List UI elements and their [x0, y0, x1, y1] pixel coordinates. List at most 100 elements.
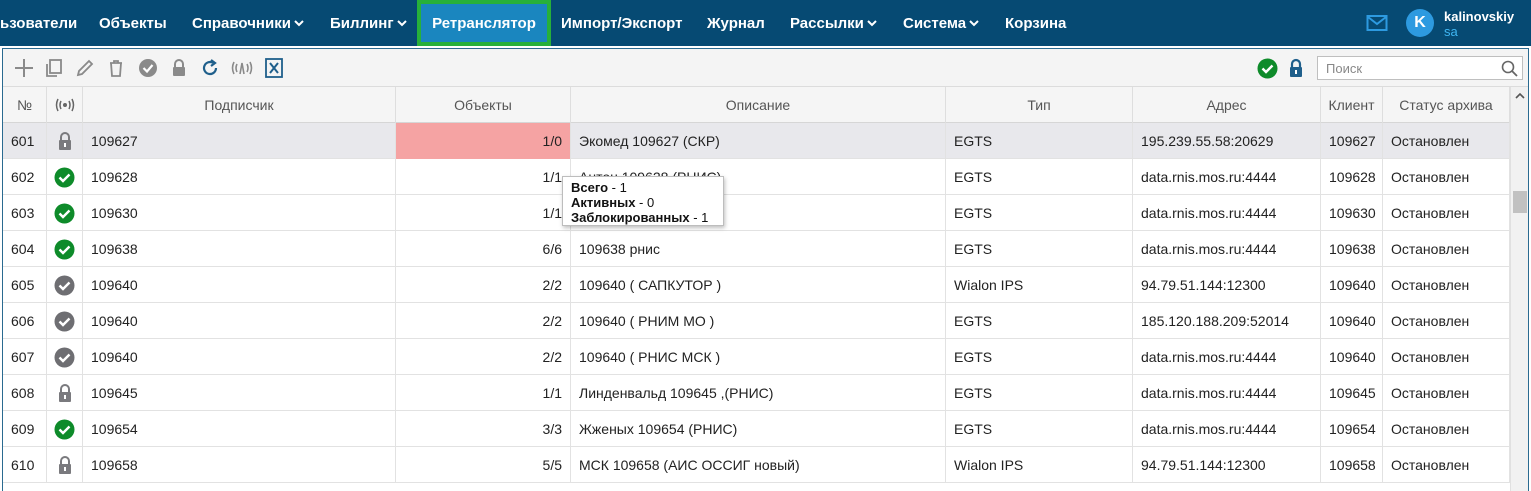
excel-icon[interactable]	[263, 57, 285, 79]
objects-tooltip: Всего - 1 Активных - 0 Заблокированных -…	[562, 176, 724, 226]
broadcast-icon	[55, 98, 74, 112]
cell-status	[47, 195, 83, 231]
nav-item-references[interactable]: Справочники	[192, 0, 305, 46]
search-icon[interactable]	[1501, 60, 1518, 77]
lock-icon	[56, 383, 74, 403]
lock-icon[interactable]	[168, 57, 190, 79]
refresh-icon[interactable]	[199, 57, 221, 79]
column-header-archive-status[interactable]: Статус архива	[1383, 87, 1510, 123]
nav-label: Корзина	[1005, 14, 1067, 32]
cell-number: 607	[3, 339, 47, 375]
column-header-address[interactable]: Адрес	[1133, 87, 1321, 123]
nav-item-billing[interactable]: Биллинг	[330, 0, 408, 46]
cell-status	[47, 267, 83, 303]
cell-subscriber: 109640	[83, 303, 396, 339]
nav-item-retranslator[interactable]: Ретранслятор	[417, 0, 551, 46]
table-row[interactable]: 604 109638 6/6 109638 рнис EGTS data.rnis.mos…	[3, 231, 1510, 267]
status-stopped-icon	[54, 347, 75, 368]
cell-type: EGTS	[946, 339, 1133, 375]
cell-objects: 2/2	[396, 339, 571, 375]
cell-subscriber: 109640	[83, 267, 396, 303]
cell-description: 109640 ( РНИМ МО )	[571, 303, 946, 339]
cell-objects: 1/0	[396, 123, 571, 159]
cell-status	[47, 447, 83, 483]
scrollbar-thumb[interactable]	[1513, 191, 1527, 213]
cell-type: Wialon IPS	[946, 267, 1133, 303]
user-name[interactable]: kalinovskiy	[1444, 9, 1514, 24]
table-row[interactable]: 6021096281/1Антон 109628 (РНИС)EGTSdata.…	[3, 159, 1510, 195]
column-header-number[interactable]: №	[3, 87, 47, 123]
cell-objects: 5/5	[396, 447, 571, 483]
status-active-icon	[54, 167, 75, 188]
chevron-down-icon	[867, 20, 877, 27]
check-icon[interactable]	[137, 57, 159, 79]
cell-number: 603	[3, 195, 47, 231]
cell-number: 605	[3, 267, 47, 303]
nav-item-mailings[interactable]: Рассылки	[790, 0, 878, 46]
mail-icon[interactable]	[1366, 13, 1388, 33]
nav-item-system[interactable]: Система	[903, 0, 980, 46]
cell-archive-status: Остановлен	[1383, 267, 1510, 303]
add-icon[interactable]	[13, 57, 35, 79]
signal-icon[interactable]	[231, 57, 253, 79]
cell-objects: 2/2	[396, 267, 571, 303]
nav-item-objects[interactable]: Объекты	[99, 0, 167, 46]
cell-address: data.rnis.mos.ru:4444	[1133, 195, 1321, 231]
column-header-type[interactable]: Тип	[946, 87, 1133, 123]
cell-client: 109640	[1321, 303, 1383, 339]
copy-icon[interactable]	[43, 57, 65, 79]
cell-subscriber: 109630	[83, 195, 396, 231]
table-row[interactable]: 601 109627 1/0 Экомед 109627 (СКР) EGTS 195.2…	[3, 123, 1510, 159]
table-body: 601 109627 1/0 Экомед 109627 (СКР) EGTS 195.2…	[3, 123, 1510, 491]
column-header-objects[interactable]: Объекты	[396, 87, 571, 123]
avatar[interactable]: K	[1406, 9, 1434, 37]
cell-subscriber: 109627	[83, 123, 396, 159]
cell-type: Wialon IPS	[946, 447, 1133, 483]
cell-client: 109638	[1321, 231, 1383, 267]
cell-number: 608	[3, 375, 47, 411]
cell-archive-status: Остановлен	[1383, 123, 1510, 159]
lock-filter-icon[interactable]	[1285, 57, 1307, 79]
cell-status	[47, 375, 83, 411]
cell-objects: 6/6	[396, 231, 571, 267]
check-filter-icon[interactable]	[1256, 57, 1278, 79]
table-row[interactable]: 606 109640 2/2 109640 ( РНИМ МО ) EGTS 185.12…	[3, 303, 1510, 339]
cell-number: 601	[3, 123, 47, 159]
nav-item-import-export[interactable]: Импорт/Экспорт	[561, 0, 682, 46]
column-header-client[interactable]: Клиент	[1321, 87, 1383, 123]
table-row[interactable]: 607 109640 2/2 109640 ( РНИС МСК ) EGTS data.…	[3, 339, 1510, 375]
table-row[interactable]: 609 109654 3/3 Жженых 109654 (РНИС) EGTS data…	[3, 411, 1510, 447]
cell-subscriber: 109628	[83, 159, 396, 195]
nav-item-trash[interactable]: Корзина	[1005, 0, 1066, 46]
cell-address: data.rnis.mos.ru:4444	[1133, 231, 1321, 267]
vertical-scrollbar[interactable]	[1510, 87, 1528, 491]
table-row[interactable]: 605 109640 2/2 109640 ( САПКУТОР ) Wialon IP…	[3, 267, 1510, 303]
column-header-subscriber[interactable]: Подписчик	[83, 87, 396, 123]
nav-item-journal[interactable]: Журнал	[707, 0, 765, 46]
column-header-connection[interactable]	[47, 87, 83, 123]
scroll-up-icon[interactable]	[1515, 91, 1525, 101]
table-row[interactable]: 6031096301/1Антон 109630 (РНИС)EGTSdata.…	[3, 195, 1510, 231]
cell-type: EGTS	[946, 375, 1133, 411]
cell-type: EGTS	[946, 123, 1133, 159]
column-header-description[interactable]: Описание	[571, 87, 946, 123]
cell-client: 109627	[1321, 123, 1383, 159]
cell-client: 109640	[1321, 267, 1383, 303]
cell-number: 606	[3, 303, 47, 339]
cell-archive-status: Остановлен	[1383, 303, 1510, 339]
table-row[interactable]: 608 109645 1/1 Линденвальд 109645 ,(РНИС) EG…	[3, 375, 1510, 411]
cell-description: Линденвальд 109645 ,(РНИС)	[571, 375, 946, 411]
cell-objects: 1/1	[396, 159, 571, 195]
delete-icon[interactable]	[105, 57, 127, 79]
cell-status	[47, 231, 83, 267]
cell-archive-status: Остановлен	[1383, 195, 1510, 231]
nav-label: ьзователи	[0, 14, 78, 32]
cell-client: 109640	[1321, 339, 1383, 375]
table-row[interactable]: 610 109658 5/5 МСК 109658 (АИС ОССИГ новый)…	[3, 447, 1510, 483]
nav-item-users[interactable]: ьзователи	[0, 0, 77, 46]
lock-icon	[56, 455, 74, 475]
search-input[interactable]	[1318, 57, 1496, 79]
chevron-down-icon	[294, 20, 304, 27]
edit-icon[interactable]	[74, 57, 96, 79]
cell-type: EGTS	[946, 159, 1133, 195]
